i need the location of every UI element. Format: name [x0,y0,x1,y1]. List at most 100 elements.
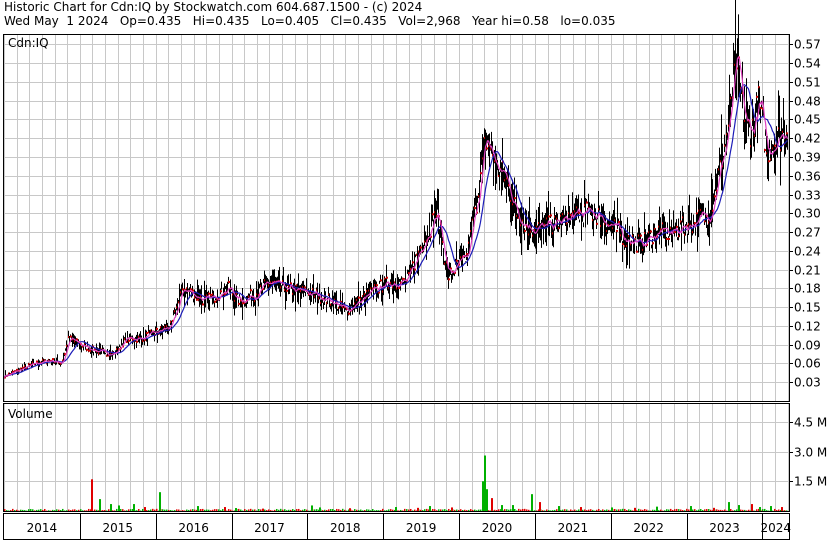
volume-bar [658,510,660,511]
volume-spike-bar [738,505,740,511]
volume-bar [442,509,444,511]
volume-bar [622,508,624,511]
volume-bar [408,509,410,511]
volume-bar [598,508,600,511]
volume-bar [600,510,602,511]
close-mark [70,335,72,338]
volume-bar [666,509,668,511]
volume-bar [76,510,78,511]
volume-bar [670,508,672,511]
volume-y-tick-label: 1.5 M [794,475,827,489]
volume-bar [552,510,554,511]
volume-bar [420,509,422,511]
volume-bar [184,510,186,511]
volume-bar [292,509,294,511]
volume-bar [508,509,510,511]
volume-bar [338,509,340,511]
volume-bar [238,508,240,511]
volume-bar [120,508,122,511]
volume-bar [676,508,678,511]
volume-bar [480,509,482,511]
volume-bar [122,509,124,511]
close-mark [228,281,230,284]
volume-bar [380,510,382,511]
volume-bar [186,509,188,511]
volume-bar [660,509,662,511]
price-y-tick-label: 0.30 [794,207,821,221]
volume-bar [748,509,750,511]
volume-bar [570,509,572,511]
volume-bar [352,510,354,511]
volume-bar [392,509,394,511]
volume-bar [6,510,8,511]
price-y-tick-label: 0.57 [794,38,821,52]
volume-bar [124,510,126,511]
volume-bar [388,509,390,511]
volume-bar [52,509,54,511]
volume-spike-bar [634,507,636,511]
volume-bar [116,508,118,511]
volume-bar [546,509,548,511]
volume-bar [256,510,258,511]
volume-bar [574,509,576,511]
price-y-tick-label: 0.33 [794,189,821,203]
volume-bar [60,510,62,511]
price-y-tick-label: 0.39 [794,151,821,165]
volume-bar [674,509,676,511]
volume-bar [344,509,346,511]
volume-spike-bar [429,506,431,511]
volume-bar [456,509,458,511]
volume-bar [400,509,402,511]
close-mark [524,229,526,232]
volume-bar [42,509,44,511]
volume-bar [724,509,726,511]
close-mark [650,230,652,233]
volume-bar [254,509,256,511]
volume-bar [112,510,114,511]
volume-bar [24,510,26,511]
volume-spike-bar [482,481,484,511]
volume-bar [288,509,290,511]
volume-bar [636,510,638,511]
volume-bar [296,509,298,511]
volume-bar [432,508,434,511]
volume-bar [154,509,156,511]
volume-spike-bar [656,506,658,511]
volume-bar [354,509,356,511]
volume-bar [282,509,284,511]
volume-bar [706,509,708,511]
year-axis-label: 2014 [27,521,58,535]
volume-bar [440,509,442,511]
volume-bar [702,510,704,511]
volume-bar [86,510,88,511]
volume-bar [218,509,220,511]
volume-bar [96,509,98,511]
close-mark [548,215,550,218]
close-mark [786,132,788,135]
volume-bar [566,509,568,511]
volume-spike-bar [91,479,93,511]
volume-bar [578,509,580,511]
volume-spike-bar [133,504,135,511]
volume-spike-bar [235,508,237,511]
volume-bar [722,510,724,511]
volume-bar [460,509,462,511]
close-mark [474,207,476,210]
close-mark [616,229,618,232]
volume-bar [488,510,490,511]
volume-bar [170,510,172,511]
volume-spike-bar [118,505,120,511]
close-mark [432,213,434,216]
volume-bar [652,509,654,511]
volume-bar [300,510,302,511]
volume-bar [44,508,46,511]
volume-bar [694,509,696,511]
volume-spike-bar [531,494,533,511]
volume-bar [522,508,524,511]
volume-bar [470,509,472,511]
close-mark [674,231,676,234]
volume-bar [506,509,508,511]
close-mark [480,172,482,175]
volume-bar [182,510,184,511]
volume-y-tick-label: 4.5 M [794,416,827,430]
